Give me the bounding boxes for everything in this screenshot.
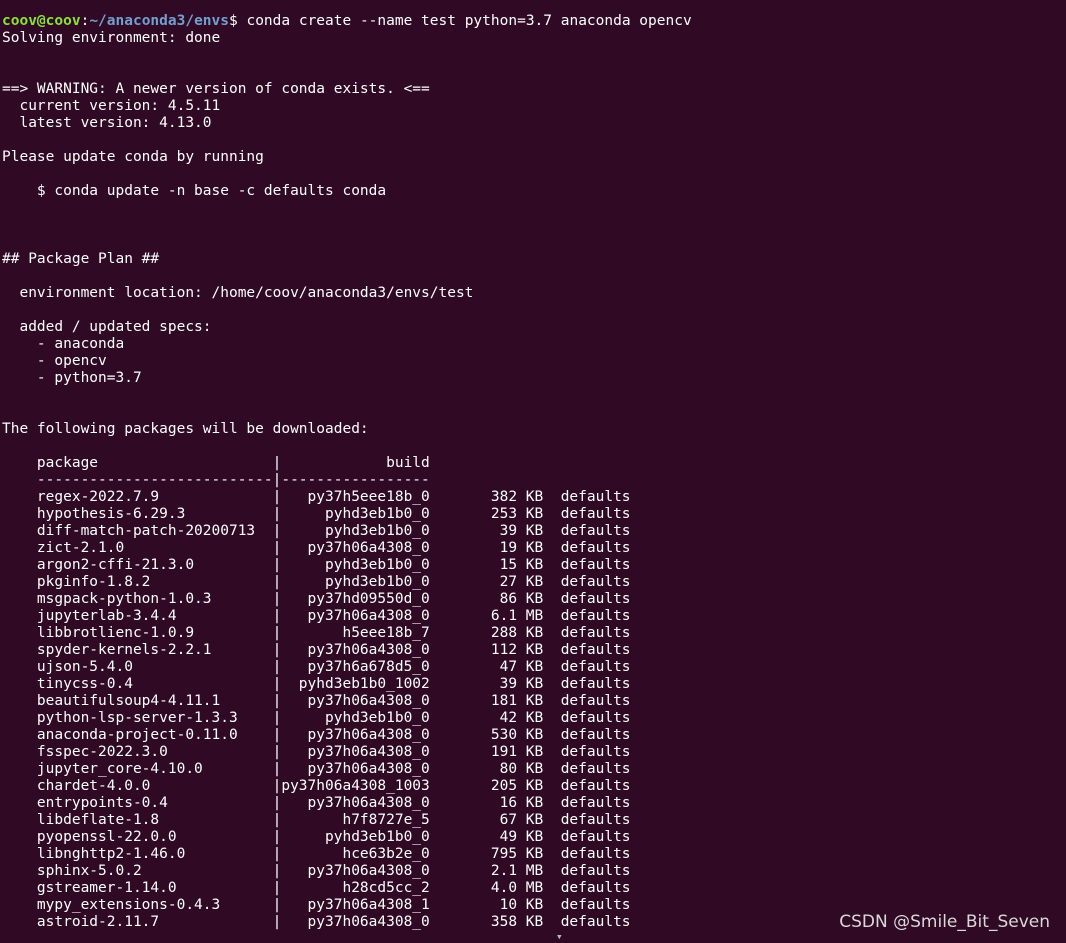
package-row: pyopenssl-22.0.0 | pyhd3eb1b0_0 49 KB de…: [2, 829, 631, 845]
package-row: diff-match-patch-20200713 | pyhd3eb1b0_0…: [2, 523, 631, 539]
output-line: $ conda update -n base -c defaults conda: [2, 183, 387, 199]
package-row: jupyterlab-3.4.4 | py37h06a4308_0 6.1 MB…: [2, 608, 631, 624]
package-row: hypothesis-6.29.3 | pyhd3eb1b0_0 253 KB …: [2, 506, 631, 522]
output-line: environment location: /home/coov/anacond…: [2, 285, 474, 301]
prompt-user-host: coov@coov: [2, 13, 81, 29]
output-line: Solving environment: done: [2, 30, 221, 46]
output-line: - anaconda: [2, 336, 125, 352]
terminal-output[interactable]: coov@coov:~/anaconda3/envs$ conda create…: [2, 13, 1062, 931]
package-row: gstreamer-1.14.0 | h28cd5cc_2 4.0 MB def…: [2, 880, 631, 896]
output-block: Solving environment: done ==> WARNING: A …: [2, 30, 1062, 489]
prompt-symbol: $: [229, 13, 238, 29]
output-line: package | build: [2, 455, 430, 471]
output-line: ## Package Plan ##: [2, 251, 160, 267]
output-line: - opencv: [2, 353, 107, 369]
output-line: The following packages will be downloade…: [2, 421, 369, 437]
package-row: fsspec-2022.3.0 | py37h06a4308_0 191 KB …: [2, 744, 631, 760]
package-row: anaconda-project-0.11.0 | py37h06a4308_0…: [2, 727, 631, 743]
output-line: added / updated specs:: [2, 319, 212, 335]
scroll-indicator-icon[interactable]: ▾: [556, 931, 563, 942]
package-row: python-lsp-server-1.3.3 | pyhd3eb1b0_0 4…: [2, 710, 631, 726]
output-line: ==> WARNING: A newer version of conda ex…: [2, 81, 430, 97]
package-row: zict-2.1.0 | py37h06a4308_0 19 KB defaul…: [2, 540, 631, 556]
package-row: entrypoints-0.4 | py37h06a4308_0 16 KB d…: [2, 795, 631, 811]
package-row: regex-2022.7.9 | py37h5eee18b_0 382 KB d…: [2, 489, 631, 505]
package-row: jupyter_core-4.10.0 | py37h06a4308_0 80 …: [2, 761, 631, 777]
package-row: libdeflate-1.8 | h7f8727e_5 67 KB defaul…: [2, 812, 631, 828]
package-row: libnghttp2-1.46.0 | hce63b2e_0 795 KB de…: [2, 846, 631, 862]
prompt-path: ~/anaconda3/envs: [89, 13, 229, 29]
prompt-command: conda create --name test python=3.7 anac…: [237, 13, 692, 29]
output-line: ---------------------------|------------…: [2, 472, 430, 488]
package-row: libbrotlienc-1.0.9 | h5eee18b_7 288 KB d…: [2, 625, 631, 641]
output-line: - python=3.7: [2, 370, 142, 386]
prompt-line: coov@coov:~/anaconda3/envs$ conda create…: [2, 13, 692, 29]
package-row: pkginfo-1.8.2 | pyhd3eb1b0_0 27 KB defau…: [2, 574, 631, 590]
package-row: chardet-4.0.0 |py37h06a4308_1003 205 KB …: [2, 778, 631, 794]
package-row: beautifulsoup4-4.11.1 | py37h06a4308_0 1…: [2, 693, 631, 709]
package-row: spyder-kernels-2.2.1 | py37h06a4308_0 11…: [2, 642, 631, 658]
csdn-watermark: CSDN @Smile_Bit_Seven: [839, 912, 1050, 932]
package-table: regex-2022.7.9 | py37h5eee18b_0 382 KB d…: [2, 489, 1062, 931]
package-row: sphinx-5.0.2 | py37h06a4308_0 2.1 MB def…: [2, 863, 631, 879]
package-row: ujson-5.4.0 | py37h6a678d5_0 47 KB defau…: [2, 659, 631, 675]
package-row: tinycss-0.4 | pyhd3eb1b0_1002 39 KB defa…: [2, 676, 631, 692]
package-row: argon2-cffi-21.3.0 | pyhd3eb1b0_0 15 KB …: [2, 557, 631, 573]
output-line: latest version: 4.13.0: [2, 115, 212, 131]
output-line: current version: 4.5.11: [2, 98, 221, 114]
output-line: Please update conda by running: [2, 149, 264, 165]
package-row: msgpack-python-1.0.3 | py37hd09550d_0 86…: [2, 591, 631, 607]
